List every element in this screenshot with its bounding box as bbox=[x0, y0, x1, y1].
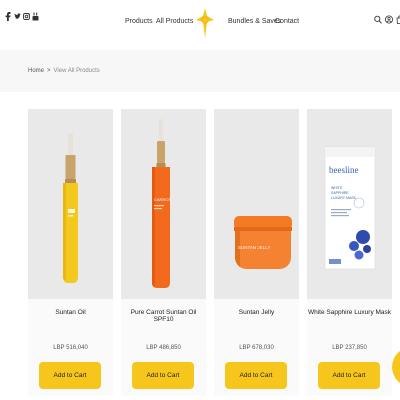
youtube-icon[interactable] bbox=[32, 12, 39, 21]
nav-bundles-saves[interactable]: Bundles & Saves bbox=[228, 18, 281, 25]
package-brand: beesline bbox=[329, 165, 359, 175]
page: Products All Products Bundles & Saves Co… bbox=[0, 0, 400, 400]
product-card[interactable]: SUNTAN JELLY Suntan Jelly LBP 678,030 Ad… bbox=[214, 109, 299, 396]
facebook-icon[interactable] bbox=[5, 12, 11, 21]
nav-products[interactable]: Products bbox=[125, 18, 153, 25]
product-image[interactable]: SUNTAN JELLY bbox=[214, 109, 299, 299]
product-label-text: SUNTAN JELLY bbox=[238, 245, 270, 250]
brand-logo[interactable] bbox=[196, 8, 214, 38]
chat-widget-button[interactable] bbox=[392, 347, 400, 387]
product-price: LBP 237,850 bbox=[332, 345, 367, 351]
breadcrumb-separator: > bbox=[47, 68, 51, 74]
instagram-icon[interactable] bbox=[23, 12, 30, 21]
add-to-cart-button[interactable]: Add to Cart bbox=[318, 362, 380, 389]
product-price: LBP 516,040 bbox=[53, 345, 88, 351]
nav-contact[interactable]: Contact bbox=[275, 18, 299, 25]
breadcrumb: Home > View All Products bbox=[28, 68, 100, 74]
product-name[interactable]: Suntan Oil bbox=[28, 309, 113, 316]
account-icon[interactable] bbox=[385, 11, 393, 24]
product-name[interactable]: Pure Carrot Suntan Oil SPF10 bbox=[121, 309, 206, 323]
package-line-2: SAPPHIRE bbox=[331, 191, 349, 195]
add-to-cart-button[interactable]: Add to Cart bbox=[225, 362, 287, 389]
product-price: LBP 486,850 bbox=[146, 345, 181, 351]
product-price: LBP 678,030 bbox=[239, 345, 274, 351]
header-actions bbox=[374, 11, 400, 24]
add-to-cart-button[interactable]: Add to Cart bbox=[132, 362, 194, 389]
site-header: Products All Products Bundles & Saves Co… bbox=[0, 0, 400, 50]
product-image[interactable]: CARROT bbox=[121, 109, 206, 299]
package-line-3: LUXURY MASK bbox=[331, 196, 357, 200]
bag-icon[interactable] bbox=[396, 11, 400, 24]
nav-all-products[interactable]: All Products bbox=[156, 18, 193, 25]
social-links bbox=[5, 12, 39, 21]
product-name[interactable]: Suntan Jelly bbox=[214, 309, 299, 316]
product-name[interactable]: White Sapphire Luxury Mask bbox=[307, 309, 392, 316]
breadcrumb-home[interactable]: Home bbox=[28, 68, 44, 74]
product-label-text: CARROT bbox=[154, 197, 171, 202]
package-line-1: WHITE bbox=[331, 186, 343, 190]
product-image[interactable]: beesline WHITE SAPPHIRE LUXURY MASK bbox=[307, 109, 392, 299]
add-to-cart-button[interactable]: Add to Cart bbox=[39, 362, 101, 389]
product-image[interactable] bbox=[28, 109, 113, 299]
breadcrumb-current: View All Products bbox=[53, 68, 100, 74]
search-icon[interactable] bbox=[374, 11, 382, 24]
twitter-icon[interactable] bbox=[14, 12, 21, 21]
product-card[interactable]: Suntan Oil LBP 516,040 Add to Cart bbox=[28, 109, 113, 396]
product-card[interactable]: CARROT Pure Carrot Suntan Oil SPF10 LBP … bbox=[121, 109, 206, 396]
product-card[interactable]: beesline WHITE SAPPHIRE LUXURY MASK Whit… bbox=[307, 109, 392, 396]
